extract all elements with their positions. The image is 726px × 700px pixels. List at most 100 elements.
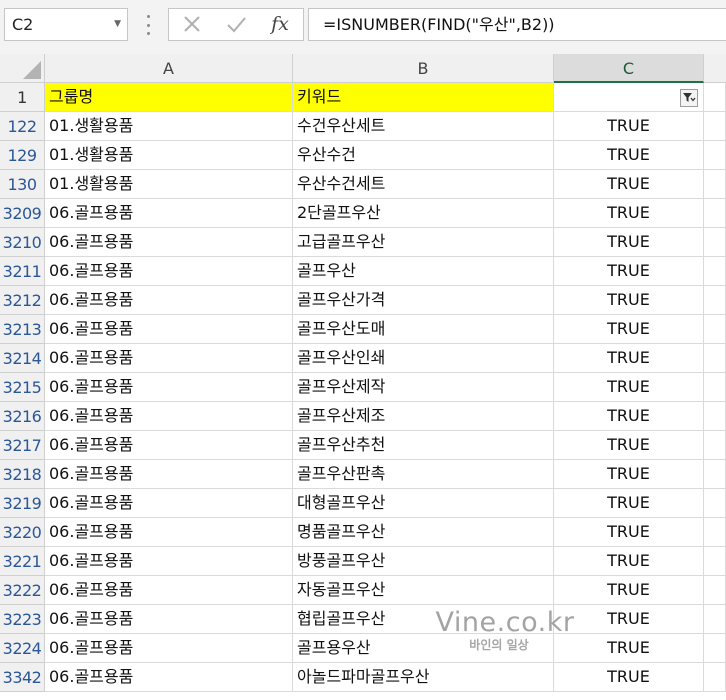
cell-group[interactable]: 06.골프용품 [45, 431, 293, 460]
row-header[interactable]: 3212 [0, 286, 45, 315]
row-header[interactable]: 122 [0, 112, 45, 141]
cell-empty[interactable] [704, 170, 726, 199]
row-header[interactable]: 3213 [0, 315, 45, 344]
cell-keyword[interactable]: 골프우산제작 [293, 373, 554, 402]
cell-keyword[interactable]: 골프우산인쇄 [293, 344, 554, 373]
cell-group[interactable]: 06.골프용품 [45, 634, 293, 663]
cell-keyword[interactable]: 골프우산도매 [293, 315, 554, 344]
row-header[interactable]: 3342 [0, 663, 45, 692]
row-header[interactable]: 3223 [0, 605, 45, 634]
cell-group[interactable]: 06.골프용품 [45, 663, 293, 692]
cell-result[interactable]: TRUE [554, 228, 704, 257]
name-box[interactable]: C2 ▼ [4, 8, 128, 41]
cell-group[interactable]: 06.골프용품 [45, 518, 293, 547]
cell-group[interactable]: 01.생활용품 [45, 112, 293, 141]
cell-result[interactable]: TRUE [554, 112, 704, 141]
cell-empty[interactable] [704, 605, 726, 634]
cell-keyword[interactable]: 2단골프우산 [293, 199, 554, 228]
chevron-down-icon[interactable]: ▼ [114, 9, 121, 40]
column-header-c[interactable]: C [554, 54, 704, 83]
cell-result[interactable]: TRUE [554, 141, 704, 170]
cell-empty[interactable] [704, 373, 726, 402]
drag-handle-icon[interactable] [146, 15, 150, 35]
cell-empty[interactable] [704, 315, 726, 344]
cell-group[interactable]: 06.골프용품 [45, 576, 293, 605]
cell-keyword[interactable]: 우산수건세트 [293, 170, 554, 199]
filter-icon[interactable] [680, 89, 698, 107]
cell-result[interactable]: TRUE [554, 373, 704, 402]
cell-keyword[interactable]: 방풍골프우산 [293, 547, 554, 576]
row-header[interactable]: 3210 [0, 228, 45, 257]
cell-keyword[interactable]: 골프우산 [293, 257, 554, 286]
cell-empty[interactable] [704, 199, 726, 228]
column-header-b[interactable]: B [293, 54, 554, 83]
cell-group[interactable]: 06.골프용품 [45, 402, 293, 431]
cell-result[interactable]: TRUE [554, 402, 704, 431]
cell-group[interactable]: 06.골프용품 [45, 460, 293, 489]
cell-empty[interactable] [704, 634, 726, 663]
row-header[interactable]: 3222 [0, 576, 45, 605]
cell-result[interactable]: TRUE [554, 489, 704, 518]
cell-keyword[interactable]: 골프우산가격 [293, 286, 554, 315]
row-header[interactable]: 3221 [0, 547, 45, 576]
cell-keyword[interactable]: 아놀드파마골프우산 [293, 663, 554, 692]
cell-keyword-header[interactable]: 키워드 [293, 83, 554, 112]
cell-empty[interactable] [704, 257, 726, 286]
cell-group[interactable]: 06.골프용품 [45, 373, 293, 402]
fx-icon[interactable]: fx [265, 9, 295, 40]
cell-keyword[interactable]: 골프우산판촉 [293, 460, 554, 489]
cell-keyword[interactable]: 대형골프우산 [293, 489, 554, 518]
cell-keyword[interactable]: 수건우산세트 [293, 112, 554, 141]
row-header[interactable]: 3211 [0, 257, 45, 286]
cell-keyword[interactable]: 골프우산추천 [293, 431, 554, 460]
cell-empty[interactable] [704, 83, 726, 112]
cell-empty[interactable] [704, 112, 726, 141]
cell-group[interactable]: 01.생활용품 [45, 170, 293, 199]
row-header[interactable]: 3217 [0, 431, 45, 460]
row-header[interactable]: 3209 [0, 199, 45, 228]
cell-group[interactable]: 06.골프용품 [45, 547, 293, 576]
column-header-d[interactable] [704, 54, 726, 83]
cell-group[interactable]: 06.골프용품 [45, 199, 293, 228]
cell-result[interactable]: TRUE [554, 199, 704, 228]
formula-input[interactable]: =ISNUMBER(FIND("우산",B2)) [308, 8, 726, 41]
cell-empty[interactable] [704, 576, 726, 605]
row-header[interactable]: 130 [0, 170, 45, 199]
cell-result[interactable]: TRUE [554, 286, 704, 315]
cell-result[interactable]: TRUE [554, 576, 704, 605]
row-header[interactable]: 3218 [0, 460, 45, 489]
cell-keyword[interactable]: 명품골프우산 [293, 518, 554, 547]
cell-result[interactable]: TRUE [554, 518, 704, 547]
cell-keyword[interactable]: 골프우산제조 [293, 402, 554, 431]
row-header[interactable]: 3219 [0, 489, 45, 518]
cell-result[interactable]: TRUE [554, 547, 704, 576]
row-header[interactable]: 129 [0, 141, 45, 170]
cell-empty[interactable] [704, 663, 726, 692]
cell-result[interactable]: TRUE [554, 344, 704, 373]
row-header[interactable]: 3215 [0, 373, 45, 402]
close-icon[interactable] [177, 9, 207, 40]
cell-empty[interactable] [704, 518, 726, 547]
cell-result[interactable]: TRUE [554, 460, 704, 489]
row-header[interactable]: 3220 [0, 518, 45, 547]
select-all-button[interactable] [0, 54, 45, 83]
cell-result[interactable]: TRUE [554, 431, 704, 460]
cell-group[interactable]: 06.골프용품 [45, 257, 293, 286]
cell-group[interactable]: 01.생활용품 [45, 141, 293, 170]
cell-empty[interactable] [704, 431, 726, 460]
cell-keyword[interactable]: 고급골프우산 [293, 228, 554, 257]
cell-group[interactable]: 06.골프용품 [45, 228, 293, 257]
row-header[interactable]: 3216 [0, 402, 45, 431]
cell-keyword[interactable]: 자동골프우산 [293, 576, 554, 605]
cell-group[interactable]: 06.골프용품 [45, 286, 293, 315]
row-header[interactable]: 3214 [0, 344, 45, 373]
cell-empty[interactable] [704, 489, 726, 518]
cell-group[interactable]: 06.골프용품 [45, 605, 293, 634]
cell-result[interactable]: TRUE [554, 257, 704, 286]
cell-group[interactable]: 06.골프용품 [45, 315, 293, 344]
cell-empty[interactable] [704, 344, 726, 373]
cell-result[interactable]: TRUE [554, 170, 704, 199]
row-header[interactable]: 3224 [0, 634, 45, 663]
row-header[interactable]: 1 [0, 83, 45, 112]
cell-group[interactable]: 06.골프용품 [45, 489, 293, 518]
